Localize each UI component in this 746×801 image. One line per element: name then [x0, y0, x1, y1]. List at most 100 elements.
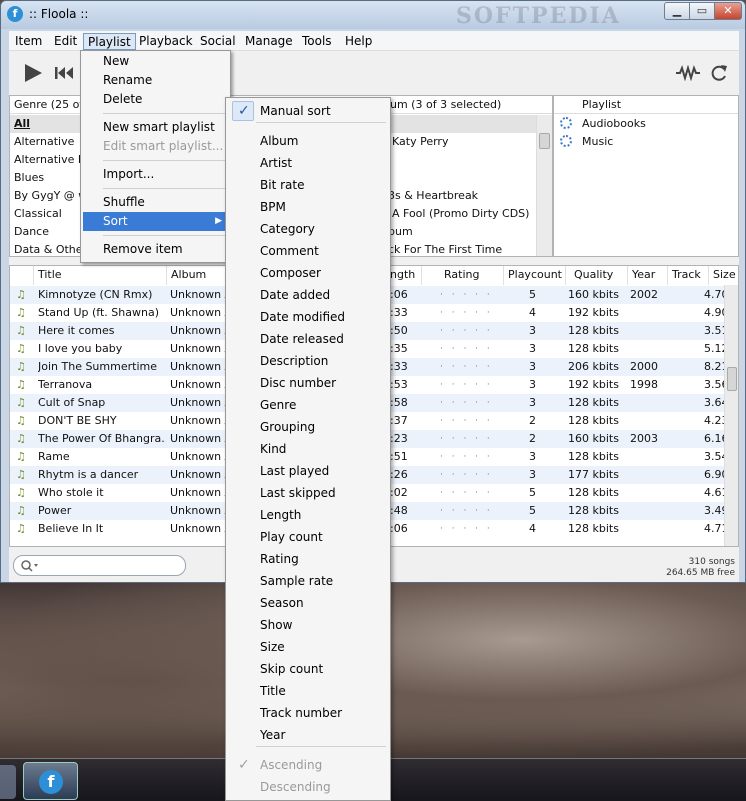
sort-option-category[interactable]: Category: [228, 218, 388, 240]
sort-option-description[interactable]: Description: [228, 350, 388, 372]
scroll-thumb[interactable]: [539, 133, 550, 149]
menu-rename[interactable]: Rename: [83, 71, 228, 90]
sort-option-disc-number[interactable]: Disc number: [228, 372, 388, 394]
sort-option-label: Year: [260, 728, 286, 742]
close-button[interactable]: ✕: [714, 2, 742, 20]
sort-option-composer[interactable]: Composer: [228, 262, 388, 284]
sort-option-size[interactable]: Size: [228, 636, 388, 658]
search-input[interactable]: [13, 555, 186, 576]
sort-option-sample-rate[interactable]: Sample rate: [228, 570, 388, 592]
col-quality[interactable]: Quality: [566, 266, 628, 285]
menu-item[interactable]: Item: [11, 33, 46, 50]
album-scrollbar[interactable]: [536, 115, 552, 256]
sort-option-genre[interactable]: Genre: [228, 394, 388, 416]
col-playcount[interactable]: Playcount: [504, 266, 566, 285]
menu-import[interactable]: Import...: [83, 165, 228, 184]
maximize-button[interactable]: ▭: [689, 2, 715, 20]
sort-option-date-added[interactable]: Date added: [228, 284, 388, 306]
col-icon[interactable]: [10, 266, 34, 285]
rating-stars[interactable]: · · · · ·: [440, 322, 493, 340]
sort-option-rating[interactable]: Rating: [228, 548, 388, 570]
sort-option-last-skipped[interactable]: Last skipped: [228, 482, 388, 504]
track-scrollbar[interactable]: [724, 285, 738, 546]
sort-option-season[interactable]: Season: [228, 592, 388, 614]
playlist-item-audiobooks[interactable]: Audiobooks: [554, 115, 738, 133]
cell-album: Unknown A: [170, 486, 225, 499]
menu-playback[interactable]: Playback: [135, 33, 197, 50]
refresh-icon[interactable]: [710, 64, 728, 82]
cell-playcount: 3: [529, 342, 536, 355]
col-size[interactable]: Size: [709, 266, 738, 285]
menu-new[interactable]: New: [83, 52, 228, 71]
title-bar[interactable]: f :: Floola :: SOFTPEDIA ▁ ▭ ✕: [1, 1, 745, 29]
col-year[interactable]: Year: [628, 266, 668, 285]
cell-year: [630, 394, 666, 412]
floola-icon: f: [7, 6, 23, 22]
sort-option-last-played[interactable]: Last played: [228, 460, 388, 482]
sort-option-artist[interactable]: Artist: [228, 152, 388, 174]
sort-option-track-number[interactable]: Track number: [228, 702, 388, 724]
sort-option-year[interactable]: Year: [228, 724, 388, 746]
taskbar-item[interactable]: [0, 765, 16, 799]
rating-stars[interactable]: · · · · ·: [440, 412, 493, 430]
sort-option-label: Kind: [260, 442, 287, 456]
sort-option-grouping[interactable]: Grouping: [228, 416, 388, 438]
sort-option-album[interactable]: Album: [228, 130, 388, 152]
menu-manage[interactable]: Manage: [241, 33, 297, 50]
menu-new-smart-playlist[interactable]: New smart playlist: [83, 118, 228, 137]
sort-option-bpm[interactable]: BPM: [228, 196, 388, 218]
col-title[interactable]: Title: [34, 266, 167, 285]
menu-social[interactable]: Social: [196, 33, 240, 50]
menu-help[interactable]: Help: [341, 33, 376, 50]
sort-option-descending: Descending: [228, 776, 388, 798]
rating-stars[interactable]: · · · · ·: [440, 484, 493, 502]
rating-stars[interactable]: · · · · ·: [440, 358, 493, 376]
rating-stars[interactable]: · · · · ·: [440, 394, 493, 412]
menu-remove-item[interactable]: Remove item: [83, 240, 228, 259]
sort-option-comment[interactable]: Comment: [228, 240, 388, 262]
rating-stars[interactable]: · · · · ·: [440, 304, 493, 322]
sort-option-kind[interactable]: Kind: [228, 438, 388, 460]
menu-bar: Item Edit Playlist Playback Social Manag…: [9, 31, 739, 51]
col-length[interactable]: ngth: [386, 266, 422, 285]
playlist-header[interactable]: Playlist: [554, 96, 738, 114]
sort-option-length[interactable]: Length: [228, 504, 388, 526]
scroll-thumb[interactable]: [727, 367, 737, 391]
rating-stars[interactable]: · · · · ·: [440, 286, 493, 304]
playlist-item-music[interactable]: Music: [554, 133, 738, 151]
sort-option-date-released[interactable]: Date released: [228, 328, 388, 350]
col-album[interactable]: Album: [167, 266, 226, 285]
menu-edit[interactable]: Edit: [50, 33, 81, 50]
rating-stars[interactable]: · · · · ·: [440, 448, 493, 466]
sort-option-bit-rate[interactable]: Bit rate: [228, 174, 388, 196]
sort-option-show[interactable]: Show: [228, 614, 388, 636]
rating-stars[interactable]: · · · · ·: [440, 376, 493, 394]
sort-option-play-count[interactable]: Play count: [228, 526, 388, 548]
col-rating[interactable]: Rating: [422, 266, 504, 285]
menu-sort[interactable]: Sort ▶: [83, 212, 228, 231]
rating-stars[interactable]: · · · · ·: [440, 430, 493, 448]
cell-length: :48: [390, 504, 408, 517]
rewind-icon[interactable]: [54, 66, 76, 80]
menu-separator: [103, 160, 227, 161]
rating-stars[interactable]: · · · · ·: [440, 340, 493, 358]
sort-option-title[interactable]: Title: [228, 680, 388, 702]
col-track[interactable]: Track: [668, 266, 709, 285]
sort-option-date-modified[interactable]: Date modified: [228, 306, 388, 328]
cell-quality: 192 kbits: [568, 306, 619, 319]
minimize-button[interactable]: ▁: [664, 2, 690, 20]
sort-option-manual-sort[interactable]: ✓ Manual sort: [228, 100, 388, 122]
cell-title: Believe In It: [38, 522, 104, 535]
menu-shuffle[interactable]: Shuffle: [83, 193, 228, 212]
taskbar-floola-button[interactable]: f: [23, 762, 78, 800]
rating-stars[interactable]: · · · · ·: [440, 502, 493, 520]
menu-tools[interactable]: Tools: [298, 33, 336, 50]
sort-option-label: Category: [260, 222, 315, 236]
menu-playlist[interactable]: Playlist: [83, 33, 136, 50]
menu-delete[interactable]: Delete: [83, 90, 228, 109]
rating-stars[interactable]: · · · · ·: [440, 520, 493, 538]
waveform-icon[interactable]: [675, 65, 701, 81]
sort-option-skip-count[interactable]: Skip count: [228, 658, 388, 680]
play-icon[interactable]: [21, 61, 45, 85]
rating-stars[interactable]: · · · · ·: [440, 466, 493, 484]
